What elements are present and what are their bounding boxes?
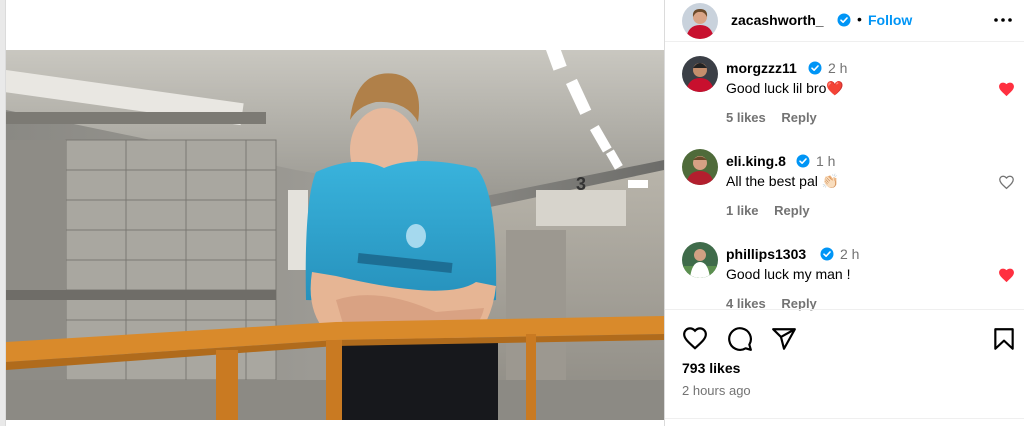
reply-button[interactable]: Reply [781, 110, 816, 125]
comment-item: phillips1303 2 h Good luck my man ! 4 li… [665, 240, 1024, 332]
comment-username[interactable]: eli.king.8 [726, 153, 786, 169]
verified-badge-icon [808, 61, 822, 75]
comment-likes-count[interactable]: 1 like [726, 203, 759, 218]
clapping-hands-emoji: 👏🏻 [821, 173, 840, 189]
verified-badge-icon [796, 154, 810, 168]
commenter-avatar[interactable] [682, 56, 718, 92]
comment-icon[interactable] [727, 326, 753, 352]
comments-panel: zacashworth_ • Follow morgzzz11 2 h Good… [665, 0, 1024, 426]
comment-text: All the best pal 👏🏻 [726, 173, 839, 190]
commenter-avatar[interactable] [682, 149, 718, 185]
commenter-avatar[interactable] [682, 242, 718, 278]
post-photo[interactable]: 3 [6, 50, 664, 420]
comment-item: eli.king.8 1 h All the best pal 👏🏻 1 lik… [665, 147, 1024, 239]
comment-timestamp[interactable]: 2 h [840, 246, 859, 262]
commenter-avatar-image [682, 149, 718, 185]
header-separator: • [857, 11, 862, 27]
author-avatar-image [682, 3, 718, 39]
comment-text: Good luck lil bro❤️ [726, 80, 844, 97]
comment-text: Good luck my man ! [726, 266, 851, 282]
verified-badge-icon [820, 247, 834, 261]
photo-illustration: 3 [6, 50, 664, 420]
heart-icon-liked[interactable] [998, 81, 1015, 97]
actions-divider [665, 309, 1024, 310]
comment-item: morgzzz11 2 h Good luck lil bro❤️ 5 like… [665, 54, 1024, 146]
heart-icon-liked[interactable] [998, 267, 1015, 283]
verified-badge-icon [837, 13, 851, 27]
comment-body: All the best pal [726, 173, 818, 189]
svg-text:3: 3 [576, 174, 586, 194]
post-timestamp[interactable]: 2 hours ago [682, 383, 751, 398]
comment-timestamp[interactable]: 1 h [816, 153, 835, 169]
author-username[interactable]: zacashworth_ [731, 12, 824, 28]
heart-emoji: ❤️ [826, 80, 844, 96]
share-icon[interactable] [771, 326, 797, 352]
comment-username[interactable]: phillips1303 [726, 246, 806, 262]
post-header: zacashworth_ • Follow [665, 0, 1024, 42]
post-media-area: 3 [6, 0, 664, 426]
reply-button[interactable]: Reply [774, 203, 809, 218]
heart-icon[interactable] [682, 326, 708, 352]
heart-icon[interactable] [998, 174, 1015, 190]
comment-timestamp[interactable]: 2 h [828, 60, 847, 76]
comment-meta: 5 likes Reply [726, 110, 829, 125]
commenter-avatar-image [682, 56, 718, 92]
comment-meta: 1 like Reply [726, 203, 822, 218]
commenter-avatar-image [682, 242, 718, 278]
save-bookmark-icon[interactable] [991, 326, 1017, 352]
author-avatar[interactable] [682, 3, 718, 39]
more-horizontal-icon[interactable] [993, 13, 1013, 27]
comment-likes-count[interactable]: 5 likes [726, 110, 766, 125]
comment-body: Good luck my man ! [726, 266, 851, 282]
comment-body: Good luck lil bro [726, 80, 827, 96]
bottom-divider [665, 418, 1024, 419]
comment-username[interactable]: morgzzz11 [726, 60, 797, 76]
follow-button[interactable]: Follow [868, 12, 912, 28]
likes-count[interactable]: 793 likes [682, 360, 740, 376]
